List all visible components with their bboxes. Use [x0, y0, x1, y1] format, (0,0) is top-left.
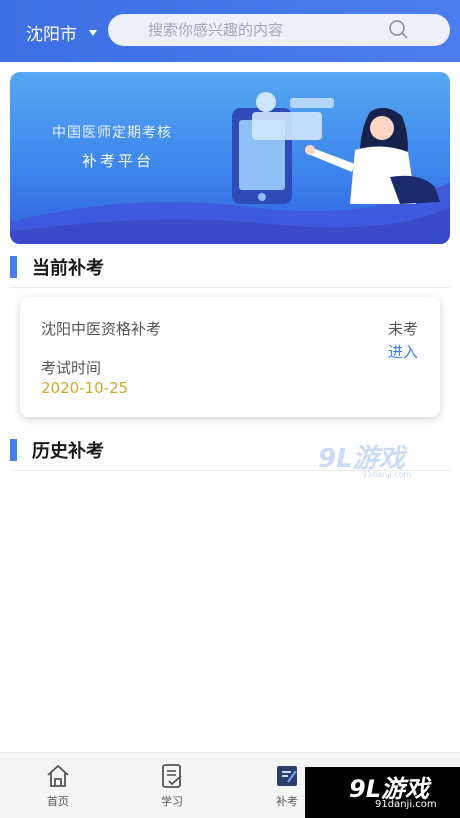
exam-date: 2020-10-25 [41, 379, 129, 397]
app-header: 沈阳市 [0, 0, 460, 62]
caret-down-icon [89, 29, 97, 36]
home-icon [47, 764, 69, 787]
search-bar[interactable] [108, 14, 450, 46]
search-icon[interactable] [388, 19, 410, 41]
city-selector[interactable]: 沈阳市 [26, 20, 97, 45]
section-title: 当前补考 [32, 258, 104, 279]
overlay-url: 91danji.com [375, 799, 437, 810]
nav-item-home[interactable]: 首页 [28, 763, 88, 809]
exam-time-label: 考试时间 [41, 359, 102, 377]
exam-card[interactable]: 沈阳中医资格补考 未考 进入 考试时间 2020-10-25 [20, 297, 440, 417]
bottom-nav: 首页 学习 补考 9L游戏 91danji.com [0, 752, 460, 818]
promo-banner[interactable]: 中国医师定期考核 补考平台 [10, 72, 450, 244]
nav-label-study: 学习 [161, 795, 183, 808]
banner-title: 中国医师定期考核 [52, 125, 172, 141]
enter-exam-link[interactable]: 进入 [388, 341, 418, 362]
watermark-url: 91danji.com [362, 470, 412, 479]
nav-label-home: 首页 [47, 795, 69, 808]
retake-icon [277, 766, 297, 786]
banner-subtitle: 补考平台 [82, 152, 155, 170]
watermark-overlay: 9L游戏 91danji.com [305, 767, 460, 818]
section-title: 历史补考 [32, 441, 104, 462]
study-icon [162, 764, 182, 788]
exam-name: 沈阳中医资格补考 [41, 320, 162, 338]
current-retake-section-header: 当前补考 [10, 254, 450, 288]
city-label: 沈阳市 [26, 25, 77, 45]
nav-item-study[interactable]: 学习 [142, 763, 202, 809]
exam-status: 未考 [387, 320, 418, 338]
section-accent-bar [10, 256, 17, 278]
section-accent-bar [10, 439, 17, 461]
banner-illustration [10, 92, 450, 244]
